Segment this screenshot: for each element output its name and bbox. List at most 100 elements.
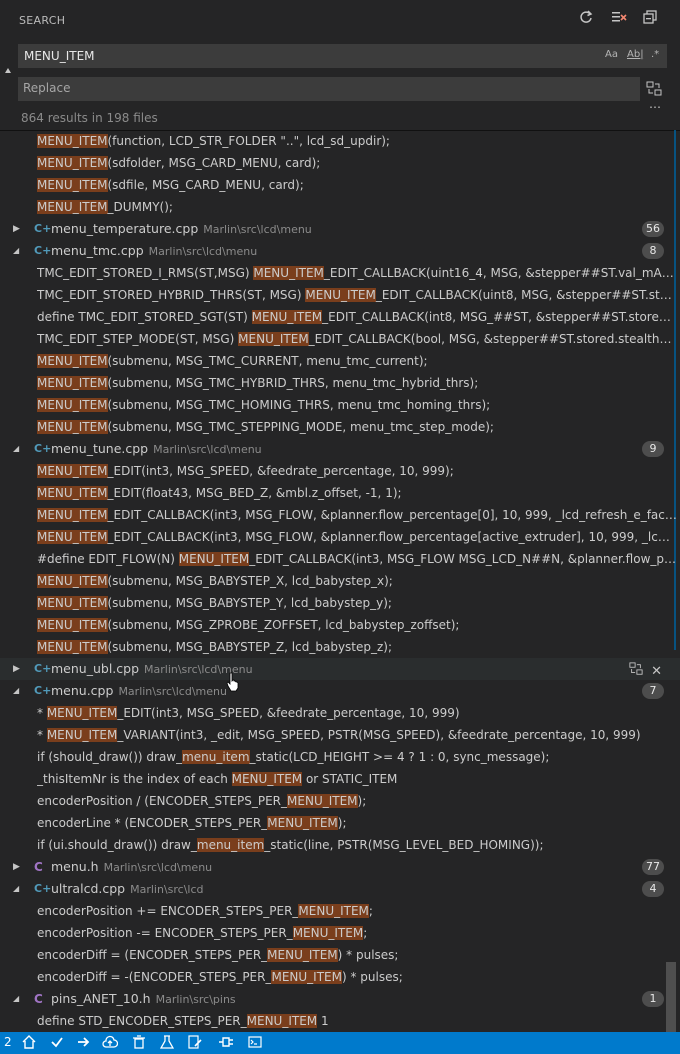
- match-context: TMC_EDIT_STORED_HYBRID_THRS(ST, MSG): [37, 288, 306, 302]
- match-context: if (ui.should_draw()) draw_: [37, 838, 197, 852]
- search-match-line[interactable]: MENU_ITEM_EDIT_CALLBACK(int3, MSG_FLOW, …: [0, 526, 680, 548]
- match-highlight: MENU_ITEM: [37, 200, 108, 214]
- search-match-line[interactable]: MENU_ITEM_EDIT_CALLBACK(int3, MSG_FLOW, …: [0, 504, 680, 526]
- cpp-file-icon: C+: [34, 684, 52, 697]
- search-file-item[interactable]: ▶ Cmenu.h Marlin\src\lcd\menu 77: [0, 856, 680, 878]
- match-count-badge: 7: [642, 683, 664, 699]
- cpp-file-icon: C+: [34, 222, 52, 235]
- match-whole-word-icon[interactable]: Ab|: [627, 49, 644, 60]
- search-input[interactable]: MENU_ITEM Aa Ab| .*: [18, 44, 667, 68]
- match-highlight: MENU_ITEM: [253, 266, 324, 280]
- search-match-line[interactable]: MENU_ITEM_EDIT(int3, MSG_SPEED, &feedrat…: [0, 460, 680, 482]
- match-text: * MENU_ITEM_EDIT(int3, MSG_SPEED, &feedr…: [37, 702, 460, 724]
- search-match-line[interactable]: define STD_ENCODER_STEPS_PER_MENU_ITEM 1: [0, 1010, 680, 1032]
- search-match-line[interactable]: MENU_ITEM(submenu, MSG_TMC_CURRENT, menu…: [0, 350, 680, 372]
- scrollbar-thumb[interactable]: [666, 962, 676, 1032]
- match-case-icon[interactable]: Aa: [605, 49, 618, 60]
- search-match-line[interactable]: MENU_ITEM(submenu, MSG_ZPROBE_ZOFFSET, l…: [0, 614, 680, 636]
- search-match-line[interactable]: MENU_ITEM(submenu, MSG_BABYSTEP_Z, lcd_b…: [0, 636, 680, 658]
- chevron-right-icon[interactable]: ▶: [13, 658, 23, 680]
- search-match-line[interactable]: MENU_ITEM(submenu, MSG_TMC_STEPPING_MODE…: [0, 416, 680, 438]
- search-match-line[interactable]: encoderLine * (ENCODER_STEPS_PER_MENU_IT…: [0, 812, 680, 834]
- check-icon[interactable]: [50, 1035, 64, 1052]
- search-match-line[interactable]: MENU_ITEM_EDIT(float43, MSG_BED_Z, &mbl.…: [0, 482, 680, 504]
- search-match-line[interactable]: define TMC_EDIT_STORED_SGT(ST) MENU_ITEM…: [0, 306, 680, 328]
- match-text: encoderDiff = (ENCODER_STEPS_PER_MENU_IT…: [37, 944, 398, 966]
- refresh-icon[interactable]: [577, 10, 595, 28]
- search-match-line[interactable]: MENU_ITEM(sdfolder, MSG_CARD_MENU, card)…: [0, 152, 680, 174]
- trash-icon[interactable]: [132, 1035, 146, 1052]
- search-match-line[interactable]: TMC_EDIT_STORED_HYBRID_THRS(ST, MSG) MEN…: [0, 284, 680, 306]
- search-file-item[interactable]: ◢ C+ menu_tmc.cpp Marlin\src\lcd\menu 8: [0, 240, 680, 262]
- search-match-line[interactable]: MENU_ITEM(submenu, MSG_BABYSTEP_Y, lcd_b…: [0, 592, 680, 614]
- chevron-down-icon[interactable]: ◢: [13, 878, 23, 900]
- search-file-item[interactable]: ▶ C+ menu_ubl.cpp Marlin\src\lcd\menu ✕: [0, 658, 680, 680]
- match-context: (submenu, MSG_TMC_STEPPING_MODE, menu_tm…: [107, 420, 494, 434]
- dismiss-close-icon[interactable]: ✕: [651, 661, 662, 680]
- search-match-line[interactable]: MENU_ITEM(submenu, MSG_BABYSTEP_X, lcd_b…: [0, 570, 680, 592]
- match-highlight: MENU_ITEM: [287, 794, 358, 808]
- search-match-line[interactable]: MENU_ITEM(submenu, MSG_TMC_HOMING_THRS, …: [0, 394, 680, 416]
- plug-icon[interactable]: [218, 1035, 234, 1052]
- search-file-item[interactable]: ◢ C+ menu.cpp Marlin\src\lcd\menu 7: [0, 680, 680, 702]
- search-match-line[interactable]: * MENU_ITEM_EDIT(int3, MSG_SPEED, &feedr…: [0, 702, 680, 724]
- search-match-line[interactable]: if (ui.should_draw()) draw_menu_item_sta…: [0, 834, 680, 856]
- search-match-line[interactable]: encoderDiff = -(ENCODER_STEPS_PER_MENU_I…: [0, 966, 680, 988]
- match-context: define TMC_EDIT_STORED_SGT(ST): [37, 310, 252, 324]
- chevron-right-icon[interactable]: ▶: [13, 856, 23, 878]
- clear-results-icon[interactable]: [610, 10, 628, 28]
- match-text: MENU_ITEM_EDIT(float43, MSG_BED_Z, &mbl.…: [37, 482, 402, 504]
- search-file-item[interactable]: ◢ C+ ultralcd.cpp Marlin\src\lcd 4: [0, 878, 680, 900]
- use-regex-icon[interactable]: .*: [651, 49, 659, 60]
- search-match-line[interactable]: #define EDIT_FLOW(N) MENU_ITEM_EDIT_CALL…: [0, 548, 680, 570]
- match-highlight: MENU_ITEM: [37, 464, 108, 478]
- file-path: Marlin\src\lcd\menu: [118, 685, 227, 698]
- file-name: menu_tmc.cpp Marlin\src\lcd\menu: [51, 240, 257, 262]
- match-context: _EDIT_CALLBACK(bool, MSG, &stepper##ST.s…: [308, 332, 677, 346]
- cloud-upload-icon[interactable]: [102, 1035, 119, 1052]
- search-match-line[interactable]: MENU_ITEM_DUMMY();: [0, 196, 680, 218]
- search-file-item[interactable]: ◢ Cpins_ANET_10.h Marlin\src\pins 1: [0, 988, 680, 1010]
- search-file-item[interactable]: ◢ C+ menu_tune.cpp Marlin\src\lcd\menu 9: [0, 438, 680, 460]
- search-match-line[interactable]: TMC_EDIT_STEP_MODE(ST, MSG) MENU_ITEM_ED…: [0, 328, 680, 350]
- match-highlight: MENU_ITEM: [37, 530, 108, 544]
- status-count[interactable]: 2: [4, 1035, 12, 1049]
- search-file-item[interactable]: ▶ C+ menu_temperature.cpp Marlin\src\lcd\me…: [0, 218, 680, 240]
- toggle-replace-chevron-icon[interactable]: [5, 68, 11, 73]
- file-name-label: menu_temperature.cpp: [51, 221, 199, 236]
- match-context: encoderLine * (ENCODER_STEPS_PER_: [37, 816, 268, 830]
- terminal-icon[interactable]: [248, 1035, 262, 1052]
- edit-icon[interactable]: [188, 1035, 202, 1052]
- flask-icon[interactable]: [159, 1035, 175, 1052]
- match-highlight: MENU_ITEM: [271, 970, 342, 984]
- chevron-down-icon[interactable]: ◢: [13, 240, 23, 262]
- more-options-icon[interactable]: ⋯: [649, 100, 662, 114]
- collapse-all-icon[interactable]: [641, 10, 659, 28]
- search-match-line[interactable]: MENU_ITEM(submenu, MSG_TMC_HYBRID_THRS, …: [0, 372, 680, 394]
- search-match-line[interactable]: encoderPosition / (ENCODER_STEPS_PER_MEN…: [0, 790, 680, 812]
- chevron-right-icon[interactable]: ▶: [13, 218, 23, 240]
- home-icon[interactable]: [22, 1035, 36, 1052]
- search-results-tree[interactable]: MENU_ITEM (function, LCD_STR_FOLDER "..",…: [0, 130, 680, 1032]
- match-text: TMC_EDIT_STEP_MODE(ST, MSG) MENU_ITEM_ED…: [37, 328, 677, 350]
- search-match-line[interactable]: TMC_EDIT_STORED_I_RMS(ST,MSG) MENU_ITEM_…: [0, 262, 680, 284]
- match-context: (function, LCD_STR_FOLDER "..", lcd_sd_u…: [107, 134, 390, 148]
- arrow-right-icon[interactable]: [77, 1035, 91, 1052]
- match-context: define STD_ENCODER_STEPS_PER_: [37, 1014, 247, 1028]
- search-match-line[interactable]: MENU_ITEM(function, LCD_STR_FOLDER "..",…: [0, 130, 680, 152]
- match-context: TMC_EDIT_STORED_I_RMS(ST,MSG): [37, 266, 254, 280]
- search-match-line[interactable]: _thisItemNr is the index of each MENU_IT…: [0, 768, 680, 790]
- search-match-line[interactable]: * MENU_ITEM_VARIANT(int3, _edit, MSG_SPE…: [0, 724, 680, 746]
- search-match-line[interactable]: MENU_ITEM(sdfile, MSG_CARD_MENU, card);: [0, 174, 680, 196]
- search-match-line[interactable]: encoderDiff = (ENCODER_STEPS_PER_MENU_IT…: [0, 944, 680, 966]
- chevron-down-icon[interactable]: ◢: [13, 438, 23, 460]
- search-match-line[interactable]: encoderPosition -= ENCODER_STEPS_PER_MEN…: [0, 922, 680, 944]
- chevron-down-icon[interactable]: ◢: [13, 680, 23, 702]
- search-match-line[interactable]: encoderPosition += ENCODER_STEPS_PER_MEN…: [0, 900, 680, 922]
- replace-input[interactable]: Replace: [18, 77, 640, 101]
- search-match-line[interactable]: if (should_draw()) draw_menu_item_static…: [0, 746, 680, 768]
- replace-all-in-file-icon[interactable]: [629, 661, 643, 680]
- results-summary: 864 results in 198 files: [21, 111, 158, 125]
- replace-all-icon[interactable]: [646, 81, 662, 97]
- chevron-down-icon[interactable]: ◢: [13, 988, 23, 1010]
